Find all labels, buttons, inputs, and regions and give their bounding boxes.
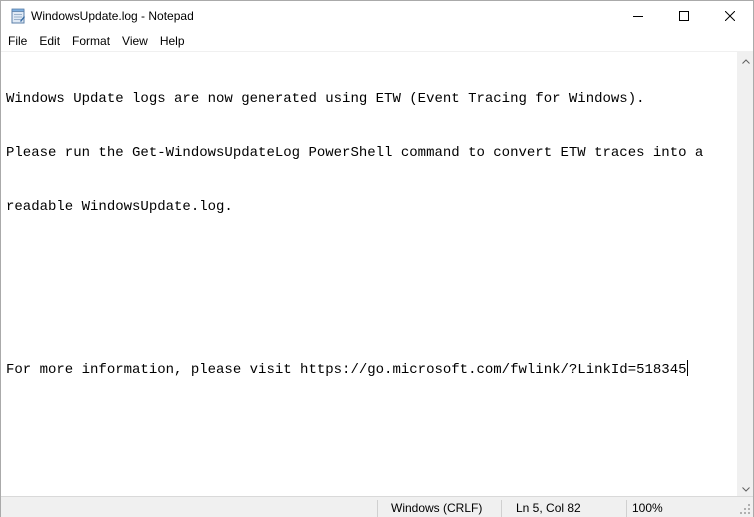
menu-format[interactable]: Format: [66, 32, 116, 51]
notepad-window: WindowsUpdate.log - Notepad File Edit Fo…: [0, 0, 754, 517]
scroll-down-button[interactable]: [738, 479, 754, 496]
cursor-position-status: Ln 5, Col 82: [516, 501, 581, 515]
text-line: [6, 252, 703, 270]
resize-grip-icon[interactable]: [739, 503, 751, 515]
minimize-icon: [633, 10, 643, 24]
menu-edit[interactable]: Edit: [33, 32, 66, 51]
text-line: [6, 306, 703, 324]
text-line: Windows Update logs are now generated us…: [6, 91, 645, 107]
scroll-up-button[interactable]: [738, 51, 754, 68]
vertical-scrollbar[interactable]: [737, 51, 753, 496]
zoom-status: 100%: [632, 501, 663, 515]
text-line: readable WindowsUpdate.log.: [6, 199, 233, 215]
status-divider: [377, 500, 378, 517]
notepad-icon: [11, 8, 25, 24]
menu-file[interactable]: File: [1, 32, 33, 51]
document-text[interactable]: Windows Update logs are now generated us…: [6, 54, 703, 414]
window-title: WindowsUpdate.log - Notepad: [31, 9, 194, 23]
status-divider: [501, 500, 502, 517]
title-bar[interactable]: WindowsUpdate.log - Notepad: [1, 1, 753, 32]
close-button[interactable]: [707, 1, 753, 32]
line-ending-status: Windows (CRLF): [391, 501, 483, 515]
menu-bar: File Edit Format View Help: [1, 32, 753, 51]
text-line: For more information, please visit https…: [6, 362, 687, 378]
status-divider: [626, 500, 627, 517]
maximize-icon: [679, 10, 689, 24]
minimize-button[interactable]: [615, 1, 661, 32]
chevron-down-icon: [742, 481, 750, 495]
text-editor[interactable]: Windows Update logs are now generated us…: [1, 51, 737, 496]
text-line: Please run the Get-WindowsUpdateLog Powe…: [6, 145, 704, 161]
maximize-button[interactable]: [661, 1, 707, 32]
menu-view[interactable]: View: [116, 32, 154, 51]
menu-help[interactable]: Help: [154, 32, 191, 51]
text-line-last: For more information, please visit https…: [6, 360, 703, 378]
close-icon: [724, 10, 736, 24]
chevron-up-icon: [742, 53, 750, 67]
status-bar: Windows (CRLF) Ln 5, Col 82 100%: [1, 496, 753, 517]
text-caret: [686, 360, 688, 376]
